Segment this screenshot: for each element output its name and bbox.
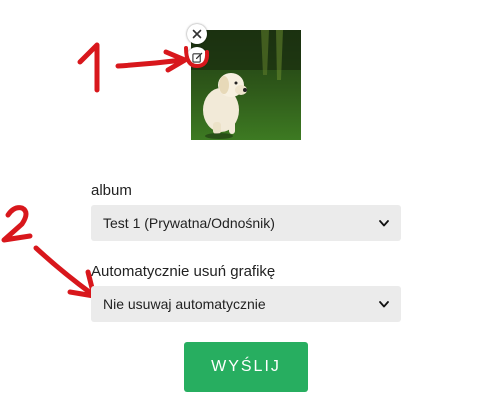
annotation-digit-1 [77, 42, 100, 93]
album-label: album [91, 182, 132, 199]
edit-icon [191, 52, 202, 63]
submit-button[interactable]: WYŚLIJ [184, 342, 308, 392]
album-select[interactable]: Test 1 (Prywatna/Odnośnik) [91, 205, 401, 241]
annotation-digit-2 [1, 205, 33, 243]
edit-image-button[interactable] [187, 47, 207, 67]
chevron-down-icon [379, 219, 389, 227]
auto-delete-select[interactable]: Nie usuwaj automatycznie [91, 286, 401, 322]
upload-form-page: album Test 1 (Prywatna/Odnośnik) Automat… [0, 0, 490, 414]
uploaded-image-thumbnail [191, 30, 301, 140]
annotation-arrow-2 [33, 245, 95, 297]
annotation-arrow-1 [115, 57, 186, 69]
album-select-value: Test 1 (Prywatna/Odnośnik) [103, 215, 275, 231]
remove-image-button[interactable] [187, 24, 207, 44]
auto-delete-select-value: Nie usuwaj automatycznie [103, 296, 266, 312]
auto-delete-label: Automatycznie usuń grafikę [91, 263, 276, 280]
close-icon [192, 29, 202, 39]
chevron-down-icon [379, 300, 389, 308]
